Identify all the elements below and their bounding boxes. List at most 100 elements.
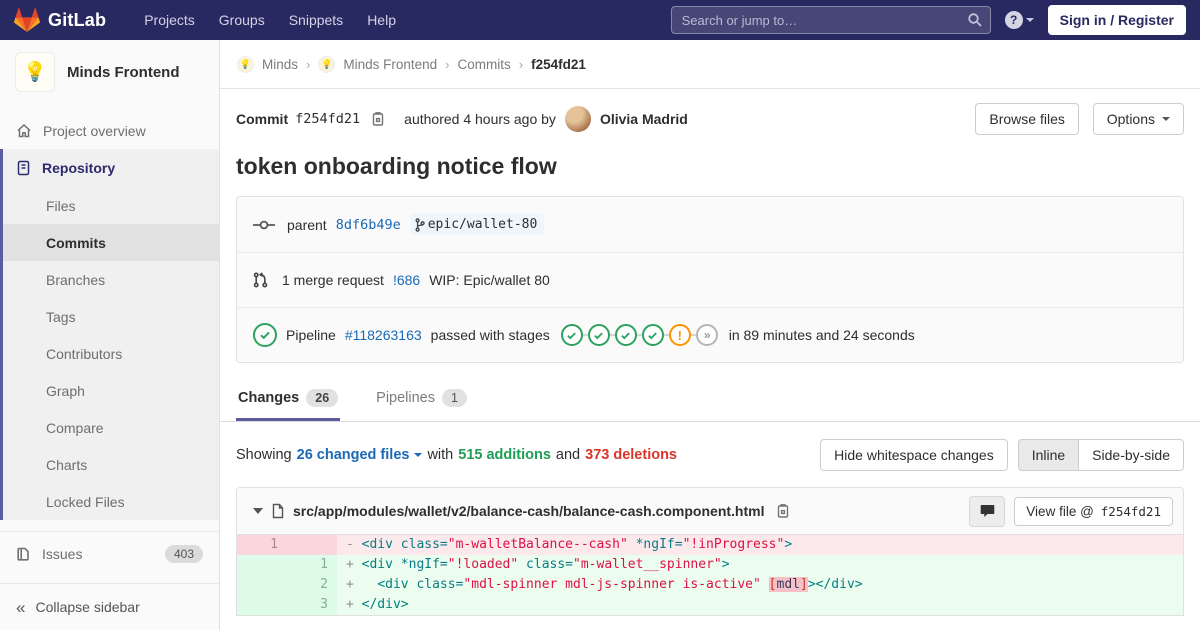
old-line-number[interactable]: 1 xyxy=(237,535,287,555)
pipeline-status-icon[interactable] xyxy=(253,323,277,347)
nav-snippets[interactable]: Snippets xyxy=(277,2,355,38)
branch-badge[interactable]: epic/wallet-80 xyxy=(409,214,545,235)
sidebar-item-label: Project overview xyxy=(43,122,146,139)
diff-line-del: 1 - <div class="m-walletBalance--cash" *n… xyxy=(237,535,1183,555)
pipeline-status-text: passed with stages xyxy=(430,327,550,343)
new-line-number[interactable]: 1 xyxy=(287,555,337,575)
project-name: Minds Frontend xyxy=(67,63,180,81)
parent-sha-link[interactable]: 8df6b49e xyxy=(336,217,401,233)
collapse-chevrons-icon: « xyxy=(16,597,26,617)
pipeline-duration: in 89 minutes and 24 seconds xyxy=(728,327,915,343)
options-button[interactable]: Options xyxy=(1092,103,1184,135)
additions-count: 515 additions xyxy=(458,447,551,463)
sidebar-item-project-overview[interactable]: Project overview xyxy=(0,112,219,149)
new-line-number[interactable]: 3 xyxy=(287,595,337,615)
copy-sha-icon[interactable] xyxy=(371,111,385,127)
commit-header: Commit f254fd21 authored 4 hours ago by … xyxy=(220,89,1200,141)
merge-request-row: 1 merge request !686 WIP: Epic/wallet 80 xyxy=(237,252,1183,307)
changes-summary-bar: Showing 26 changed files with 515 additi… xyxy=(220,422,1200,487)
diff-file-path[interactable]: src/app/modules/wallet/v2/balance-cash/b… xyxy=(293,503,764,519)
stage-connector xyxy=(582,334,588,336)
pipeline-stage-warning-icon[interactable]: ! xyxy=(668,324,691,346)
sidebar-item-repository[interactable]: Repository xyxy=(3,149,219,187)
commit-graph-icon xyxy=(253,219,275,231)
pipeline-stage-success-icon[interactable] xyxy=(614,324,637,346)
author-name[interactable]: Olivia Madrid xyxy=(600,111,688,127)
sidebar-item-charts[interactable]: Charts xyxy=(3,446,219,483)
breadcrumb-current-sha: f254fd21 xyxy=(531,56,586,72)
view-file-button[interactable]: View file @ f254fd21 xyxy=(1014,496,1173,526)
file-icon xyxy=(271,503,285,519)
copy-path-icon[interactable] xyxy=(776,503,790,519)
old-line-number[interactable] xyxy=(237,595,287,615)
sidebar-item-label: Repository xyxy=(42,160,116,176)
search-input[interactable] xyxy=(670,6,991,34)
tab-changes[interactable]: Changes 26 xyxy=(236,377,341,421)
collapse-sidebar-button[interactable]: « Collapse sidebar xyxy=(0,583,219,630)
diff-header-actions: View file @ f254fd21 xyxy=(969,495,1173,527)
search-icon[interactable] xyxy=(967,12,983,28)
branch-icon xyxy=(415,217,425,232)
pipeline-stage-success-icon[interactable] xyxy=(587,324,610,346)
view-file-label: View file @ xyxy=(1026,503,1094,519)
home-icon xyxy=(16,123,32,139)
browse-files-button[interactable]: Browse files xyxy=(975,103,1079,135)
breadcrumb-group[interactable]: Minds xyxy=(262,57,298,72)
side-by-side-view-button[interactable]: Side-by-side xyxy=(1079,439,1184,471)
sidebar-item-tags[interactable]: Tags xyxy=(3,298,219,335)
changed-files-dropdown[interactable]: 26 changed files xyxy=(297,447,423,463)
parent-row: parent 8df6b49e epic/wallet-80 xyxy=(237,197,1183,252)
nav-projects[interactable]: Projects xyxy=(132,2,207,38)
diff-line-add: 1 + <div *ngIf="!loaded" class="m-wallet_… xyxy=(237,555,1183,575)
sidebar-item-branches[interactable]: Branches xyxy=(3,261,219,298)
new-line-number[interactable] xyxy=(287,535,337,555)
project-context-header[interactable]: 💡 Minds Frontend xyxy=(0,40,219,106)
stage-connector xyxy=(663,334,669,336)
breadcrumb-separator: › xyxy=(445,56,450,72)
collapse-diff-caret-icon[interactable] xyxy=(253,508,263,514)
collapse-label: Collapse sidebar xyxy=(35,599,140,615)
signin-register-button[interactable]: Sign in / Register xyxy=(1047,5,1186,35)
sidebar-item-contributors[interactable]: Contributors xyxy=(3,335,219,372)
toggle-comments-button[interactable] xyxy=(969,495,1006,527)
nav-groups[interactable]: Groups xyxy=(207,2,277,38)
hide-whitespace-button[interactable]: Hide whitespace changes xyxy=(820,439,1008,471)
options-label: Options xyxy=(1106,111,1155,127)
diff-line-code: + <div *ngIf="!loaded" class="m-wallet__… xyxy=(337,555,1183,575)
project-avatar: 💡 xyxy=(15,52,55,92)
diff-line-code: + </div> xyxy=(337,595,1183,615)
mr-ref-link[interactable]: !686 xyxy=(393,272,420,288)
sidebar-item-locked-files[interactable]: Locked Files xyxy=(3,483,219,520)
commit-label: Commit xyxy=(236,111,289,127)
document-icon xyxy=(16,160,31,176)
tab-pipelines[interactable]: Pipelines 1 xyxy=(374,377,469,421)
pipeline-mini-graph: !» xyxy=(560,324,718,346)
old-line-number[interactable] xyxy=(237,575,287,595)
breadcrumb-commits[interactable]: Commits xyxy=(458,57,511,72)
pipeline-stage-success-icon[interactable] xyxy=(641,324,664,346)
new-line-number[interactable]: 2 xyxy=(287,575,337,595)
changed-files-label: 26 changed files xyxy=(296,447,410,463)
deletions-count: 373 deletions xyxy=(585,447,677,463)
sidebar-item-issues[interactable]: Issues 403 xyxy=(0,531,219,575)
breadcrumb-project[interactable]: Minds Frontend xyxy=(343,57,437,72)
stage-connector xyxy=(609,334,615,336)
pipeline-stage-skipped-icon[interactable]: » xyxy=(695,324,718,346)
pipeline-id-link[interactable]: #118263163 xyxy=(345,327,422,343)
nav-help[interactable]: Help xyxy=(355,2,408,38)
commit-title: token onboarding notice flow xyxy=(236,153,557,179)
sidebar-item-compare[interactable]: Compare xyxy=(3,409,219,446)
inline-view-button[interactable]: Inline xyxy=(1017,439,1080,471)
pipeline-stage-success-icon[interactable] xyxy=(560,324,583,346)
commit-sha: f254fd21 xyxy=(295,111,361,127)
caret-down-icon xyxy=(1162,117,1170,121)
help-menu[interactable]: ? xyxy=(1004,11,1034,29)
breadcrumb-separator: › xyxy=(518,56,524,72)
sidebar-item-commits[interactable]: Commits xyxy=(3,224,219,261)
tab-changes-label: Changes xyxy=(238,390,300,406)
old-line-number[interactable] xyxy=(237,555,287,575)
author-avatar[interactable] xyxy=(564,106,591,132)
gitlab-logo[interactable]: GitLab xyxy=(14,7,106,33)
sidebar-item-files[interactable]: Files xyxy=(3,187,219,224)
sidebar-item-graph[interactable]: Graph xyxy=(3,372,219,409)
